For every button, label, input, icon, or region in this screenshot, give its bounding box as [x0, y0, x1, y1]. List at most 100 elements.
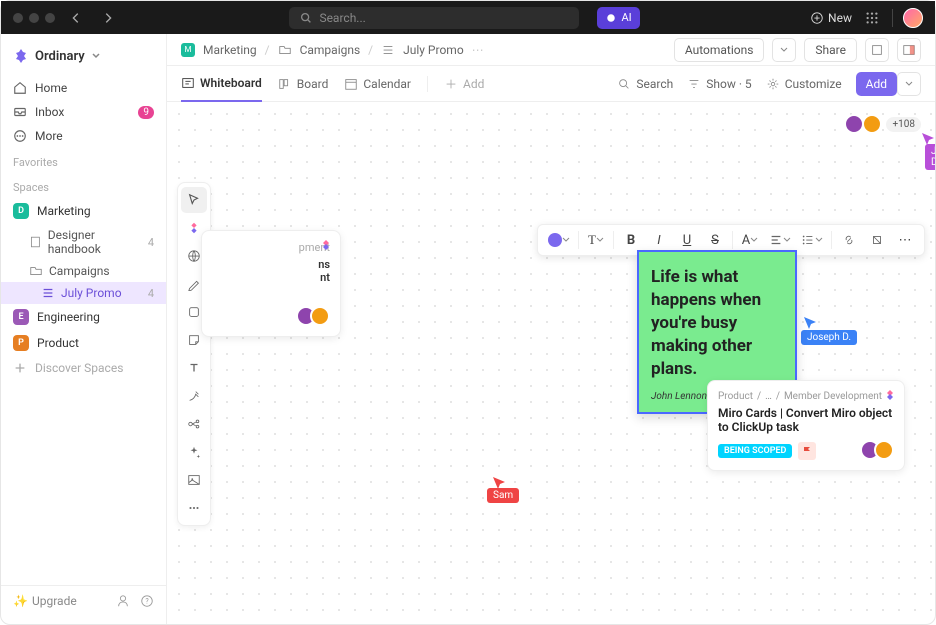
search-button[interactable]: Search	[617, 77, 673, 91]
search-icon	[299, 11, 313, 25]
color-dot	[548, 233, 562, 247]
avatar	[874, 440, 894, 460]
more-format[interactable]: ⋯	[892, 227, 918, 253]
unlink-button[interactable]	[864, 227, 890, 253]
panel-icon[interactable]	[897, 38, 921, 62]
main: M Marketing / Campaigns / July Promo ⋯ A…	[167, 34, 935, 624]
spaces-header: Spaces	[1, 173, 166, 198]
workspace-switcher[interactable]: Ordinary	[1, 42, 166, 70]
apps-grid-icon[interactable]	[862, 8, 882, 28]
ai-button[interactable]: AI	[597, 7, 639, 29]
space-icon: E	[13, 309, 29, 325]
board-icon	[278, 77, 292, 91]
filter-icon	[687, 77, 701, 91]
share-button[interactable]: Share	[804, 38, 857, 62]
tool-relation[interactable]	[181, 411, 207, 437]
breadcrumb-folder[interactable]: Campaigns	[300, 43, 361, 57]
nav-forward-button[interactable]	[97, 7, 119, 29]
user-avatar[interactable]	[903, 8, 923, 28]
clickup-icon	[320, 239, 332, 251]
new-button[interactable]: New	[810, 11, 852, 25]
color-picker[interactable]	[544, 227, 574, 253]
tool-image[interactable]	[181, 467, 207, 493]
inbox-badge: 9	[138, 106, 154, 119]
search-placeholder: Search...	[319, 11, 365, 25]
tool-more[interactable]	[181, 495, 207, 521]
space-marketing[interactable]: D Marketing	[1, 198, 166, 224]
calendar-icon	[344, 77, 358, 91]
text-style[interactable]: T	[583, 227, 609, 253]
tool-ai[interactable]	[181, 439, 207, 465]
sidebar-more[interactable]: More	[1, 124, 166, 148]
sticky-text[interactable]: Life is what happens when you're busy ma…	[651, 266, 783, 381]
workspace-icon	[13, 48, 29, 64]
ai-label: AI	[621, 11, 631, 24]
cursor-icon	[803, 316, 817, 330]
add-button[interactable]: Add	[856, 72, 897, 96]
sparkle-icon	[605, 12, 617, 24]
breadcrumb-space[interactable]: Marketing	[203, 43, 257, 57]
discover-spaces[interactable]: Discover Spaces	[1, 356, 166, 380]
search-input[interactable]: Search...	[289, 7, 579, 29]
avatar	[844, 114, 864, 134]
presence-avatars[interactable]: +108	[850, 114, 921, 134]
tab-whiteboard[interactable]: Whiteboard	[181, 67, 262, 102]
tab-calendar[interactable]: Calendar	[344, 66, 411, 101]
avatar	[310, 306, 330, 326]
cursor-label-sam: Sam	[487, 488, 519, 503]
favorites-header: Favorites	[1, 148, 166, 173]
svg-text:?: ?	[145, 598, 149, 606]
add-view-button[interactable]: Add	[444, 66, 484, 101]
folder-icon	[278, 43, 292, 57]
folder-campaigns[interactable]: Campaigns	[1, 260, 166, 282]
breadcrumb-list[interactable]: July Promo	[403, 43, 464, 57]
clickup-icon	[884, 389, 896, 401]
list-icon	[41, 286, 55, 300]
flag-icon[interactable]	[798, 442, 816, 460]
breadcrumb-space-icon: M	[181, 43, 195, 57]
automations-button[interactable]: Automations	[674, 38, 765, 62]
sidebar-home[interactable]: Home	[1, 76, 166, 100]
status-tag[interactable]: BEING SCOPED	[718, 444, 792, 458]
breadcrumb-more[interactable]: ⋯	[472, 43, 484, 57]
customize-button[interactable]: Customize	[766, 77, 842, 91]
chevron-down-icon	[91, 51, 101, 61]
upgrade-button[interactable]: ✨ Upgrade	[13, 594, 77, 608]
card-title: Miro Cards | Convert Miro object to Clic…	[718, 406, 894, 434]
whiteboard-icon	[181, 76, 195, 90]
card-breadcrumb: Product/ …/ Member Development	[718, 391, 894, 402]
new-label: New	[828, 11, 852, 25]
add-dropdown[interactable]	[897, 72, 921, 96]
avatar	[862, 114, 882, 134]
notification-icon[interactable]	[865, 38, 889, 62]
home-icon	[13, 81, 27, 95]
invite-icon[interactable]	[116, 594, 130, 608]
sidebar-inbox[interactable]: Inbox 9	[1, 100, 166, 124]
inbox-icon	[13, 105, 27, 119]
task-card[interactable]: pment ns nt	[201, 230, 341, 337]
search-icon	[617, 77, 631, 91]
folder-designer-handbook[interactable]: Designer handbook 4	[1, 224, 166, 260]
whiteboard-canvas[interactable]: +108 John Doe Joseph D. Sam	[167, 102, 935, 624]
tool-text[interactable]	[181, 355, 207, 381]
more-count[interactable]: +108	[886, 117, 921, 132]
space-engineering[interactable]: E Engineering	[1, 304, 166, 330]
show-button[interactable]: Show · 5	[687, 77, 751, 91]
space-icon: D	[13, 203, 29, 219]
help-icon[interactable]: ?	[140, 594, 154, 608]
doc-icon	[29, 235, 42, 249]
task-card-right[interactable]: Product/ …/ Member Development Miro Card…	[707, 380, 905, 471]
nav-back-button[interactable]	[65, 7, 87, 29]
space-product[interactable]: P Product	[1, 330, 166, 356]
plus-circle-icon	[810, 11, 824, 25]
tool-connector[interactable]	[181, 383, 207, 409]
window-controls[interactable]	[13, 13, 55, 23]
automations-dropdown[interactable]	[772, 38, 796, 62]
plus-icon	[444, 77, 458, 91]
link-button[interactable]	[836, 227, 862, 253]
gear-icon	[766, 77, 780, 91]
tab-board[interactable]: Board	[278, 66, 329, 101]
list-july-promo[interactable]: July Promo 4	[1, 282, 166, 304]
list-button[interactable]	[797, 227, 827, 253]
tool-select[interactable]	[181, 187, 207, 213]
